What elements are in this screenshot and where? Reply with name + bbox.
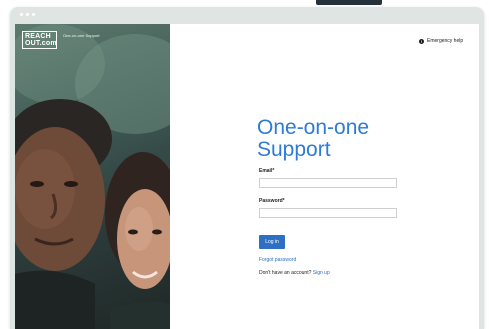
window-dot-2 xyxy=(26,13,29,16)
window-dot-1 xyxy=(20,13,23,16)
emergency-help-link[interactable]: ! Emergency help xyxy=(419,38,463,44)
signup-link[interactable]: Sign up xyxy=(313,270,330,276)
email-label: Email* xyxy=(259,168,275,174)
window-dots xyxy=(20,13,35,16)
page-title: One-on-one Support xyxy=(257,116,370,161)
logo-line-2: OUT.com xyxy=(25,40,57,47)
info-icon: ! xyxy=(419,38,424,44)
logo-tagline: One-on-one Support xyxy=(63,33,100,38)
password-label: Password* xyxy=(259,198,285,204)
reachout-logo[interactable]: REACH OUT.com xyxy=(22,31,57,49)
browser-window: REACH OUT.com One-on-one Support ! Emerg… xyxy=(10,7,484,329)
email-field[interactable] xyxy=(259,178,397,188)
login-button[interactable]: Log in xyxy=(259,235,285,249)
signup-prompt: Don't have an account? Sign up xyxy=(259,270,330,276)
hero-photo-illustration xyxy=(15,24,170,329)
forgot-password-link[interactable]: Forgot password xyxy=(259,257,296,263)
top-tab-decoration xyxy=(316,0,382,5)
account-prompt-text: Don't have an account? xyxy=(259,270,312,276)
window-dot-3 xyxy=(32,13,35,16)
logo-line-1: REACH xyxy=(25,33,51,40)
page-viewport: REACH OUT.com One-on-one Support ! Emerg… xyxy=(15,24,479,329)
emergency-help-label: Emergency help xyxy=(427,38,464,44)
hero-photo: REACH OUT.com One-on-one Support xyxy=(15,24,170,329)
password-field[interactable] xyxy=(259,208,397,218)
window-title-bar xyxy=(10,7,484,23)
